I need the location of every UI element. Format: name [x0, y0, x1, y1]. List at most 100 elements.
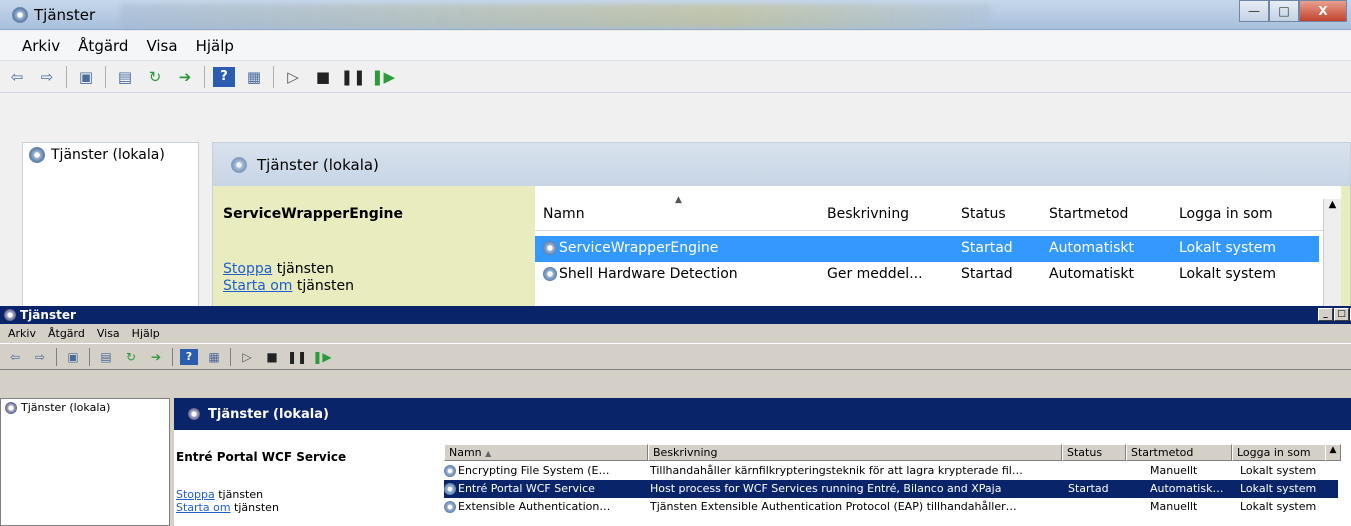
row-name: ServiceWrapperEngine — [543, 240, 718, 256]
tree-node-local-services[interactable]: Tjänster (lokala) — [5, 401, 110, 414]
vertical-scrollbar[interactable]: ▲ — [1323, 199, 1341, 306]
menu-hjalp[interactable]: Hjälp — [132, 327, 160, 340]
column-status[interactable]: Status — [1062, 444, 1126, 461]
close-button[interactable]: X — [1299, 0, 1347, 22]
services-pane: Tjänster (lokala) Entré Portal WCF Servi… — [174, 398, 1351, 526]
scroll-up-arrow-icon[interactable]: ▲ — [1325, 444, 1341, 461]
menu-atgard[interactable]: Åtgärd — [48, 327, 85, 340]
row-name: Extensible Authentication… — [444, 500, 610, 513]
menu-visa[interactable]: Visa — [146, 37, 177, 55]
scroll-up-arrow-icon[interactable]: ▲ — [1329, 199, 1337, 210]
table-row[interactable]: ServiceWrapperEngine Startad Automatiskt… — [535, 236, 1319, 262]
services-window-classic: Tjänster _ □ × Arkiv Åtgärd Visa Hjälp ⇦… — [0, 306, 1351, 526]
services-list: Namn ▲ Beskrivning Status Startmetod Log… — [535, 186, 1341, 306]
sort-ascending-icon: ▲ — [675, 195, 682, 205]
pause-service-icon[interactable]: ❚❚ — [287, 349, 307, 365]
row-startup-type: Automatiskt — [1049, 240, 1134, 256]
back-icon[interactable]: ⇦ — [6, 349, 24, 365]
window-title: Tjänster — [12, 6, 95, 24]
forward-icon[interactable]: ⇨ — [36, 67, 58, 87]
pane-header: Tjänster (lokala) — [213, 143, 1350, 186]
tree-node-local-services[interactable]: Tjänster (lokala) — [29, 147, 165, 163]
menu-atgard[interactable]: Åtgärd — [78, 37, 128, 55]
column-description[interactable]: Beskrivning — [827, 206, 909, 222]
toolbar-separator — [204, 65, 205, 88]
row-startup-type: Automatisk… — [1150, 482, 1224, 495]
row-name: Entré Portal WCF Service — [444, 482, 595, 495]
show-hide-console-tree-icon[interactable]: ▣ — [75, 67, 97, 87]
restart-service-link[interactable]: Starta om — [223, 278, 292, 294]
forward-icon[interactable]: ⇨ — [31, 349, 49, 365]
minimize-button[interactable]: — — [1239, 0, 1269, 22]
maximize-button[interactable]: □ — [1269, 0, 1299, 22]
stop-suffix: tjänsten — [214, 488, 264, 501]
column-description[interactable]: Beskrivning — [648, 444, 1062, 461]
menu-arkiv[interactable]: Arkiv — [22, 37, 60, 55]
stop-service-icon[interactable]: ■ — [263, 349, 281, 365]
back-icon[interactable]: ⇦ — [6, 67, 28, 87]
table-row[interactable]: Encrypting File System (E… Tillhandahåll… — [444, 462, 1351, 480]
row-log-on-as: Lokalt system — [1240, 500, 1317, 513]
blurred-titlebar-area — [120, 4, 990, 28]
pause-service-icon[interactable]: ❚❚ — [340, 67, 365, 87]
services-list: Namn ▲ Beskrivning Status Startmetod Log… — [444, 444, 1351, 526]
maximize-button[interactable]: □ — [1334, 308, 1349, 321]
restart-service-icon[interactable]: ❚▶ — [312, 349, 331, 365]
row-name: Shell Hardware Detection — [543, 266, 738, 282]
stop-service-icon[interactable]: ■ — [312, 67, 334, 87]
service-gear-icon — [444, 483, 456, 495]
sort-ascending-icon: ▲ — [485, 449, 492, 458]
title-bar[interactable]: Tjänster _ □ × — [0, 306, 1351, 324]
column-startup-type[interactable]: Startmetod — [1049, 206, 1128, 222]
row-startup-type: Manuellt — [1150, 500, 1198, 513]
export-list-icon[interactable]: ➔ — [147, 349, 165, 365]
selected-service-name: ServiceWrapperEngine — [223, 206, 404, 222]
column-status[interactable]: Status — [961, 206, 1006, 222]
minimize-button[interactable]: _ — [1318, 308, 1333, 321]
tree-node-label: Tjänster (lokala) — [21, 401, 111, 414]
start-service-icon[interactable]: ▷ — [238, 349, 256, 365]
toolbar-separator — [172, 347, 173, 366]
toolbar-separator — [230, 347, 231, 366]
restart-suffix: tjänsten — [230, 501, 279, 514]
row-startup-type: Manuellt — [1150, 464, 1198, 477]
show-hide-console-tree-icon[interactable]: ▣ — [64, 349, 82, 365]
menu-bar: Arkiv Åtgärd Visa Hjälp — [0, 31, 1351, 61]
menu-hjalp[interactable]: Hjälp — [196, 37, 234, 55]
refresh-icon[interactable]: ↻ — [144, 67, 166, 87]
export-list-icon[interactable]: ➔ — [174, 67, 196, 87]
caption-buttons: — □ X — [1239, 0, 1347, 22]
table-row[interactable]: Entré Portal WCF Service Host process fo… — [444, 480, 1338, 498]
menu-visa[interactable]: Visa — [97, 327, 120, 340]
start-service-icon[interactable]: ▷ — [282, 67, 304, 87]
table-row[interactable]: Extensible Authentication… Tjänsten Exte… — [444, 498, 1351, 516]
service-gear-icon — [543, 241, 557, 255]
toolbar-separator — [105, 65, 106, 88]
help-icon[interactable]: ? — [213, 66, 235, 87]
table-row[interactable]: Shell Hardware Detection Ger meddel... S… — [535, 262, 1341, 288]
title-bar[interactable]: Tjänster — □ X — [0, 0, 1351, 30]
action-pane-icon[interactable]: ▦ — [205, 349, 223, 365]
service-actions: Stoppa tjänsten Starta om tjänsten — [223, 261, 354, 295]
stop-service-link[interactable]: Stoppa — [176, 488, 215, 501]
restart-service-icon[interactable]: ❚▶ — [371, 67, 395, 87]
column-startup-type[interactable]: Startmetod — [1126, 444, 1232, 461]
properties-icon[interactable]: ▤ — [97, 349, 115, 365]
row-startup-type: Automatiskt — [1049, 266, 1134, 282]
row-description: Tillhandahåller kärnfilkrypteringsteknik… — [650, 464, 1023, 477]
action-pane-icon[interactable]: ▦ — [243, 67, 265, 87]
column-name[interactable]: Namn — [543, 206, 585, 222]
refresh-icon[interactable]: ↻ — [122, 349, 140, 365]
row-description: Host process for WCF Services running En… — [650, 482, 1002, 495]
help-icon[interactable]: ? — [180, 348, 198, 365]
toolbar: ⇦ ⇨ ▣ ▤ ↻ ➔ ? ▦ ▷ ■ ❚❚ ❚▶ — [0, 344, 1351, 370]
menu-arkiv[interactable]: Arkiv — [8, 327, 36, 340]
stop-service-link[interactable]: Stoppa — [223, 261, 272, 277]
column-log-on-as[interactable]: Logga in som — [1179, 206, 1273, 222]
menu-bar: Arkiv Åtgärd Visa Hjälp — [0, 324, 1351, 344]
properties-icon[interactable]: ▤ — [114, 67, 136, 87]
column-name[interactable]: Namn ▲ — [444, 444, 648, 461]
restart-service-link[interactable]: Starta om — [176, 501, 231, 514]
column-log-on-as[interactable]: Logga in som — [1232, 444, 1326, 461]
toolbar: ⇦ ⇨ ▣ ▤ ↻ ➔ ? ▦ ▷ ■ ❚❚ ❚▶ — [0, 61, 1351, 93]
